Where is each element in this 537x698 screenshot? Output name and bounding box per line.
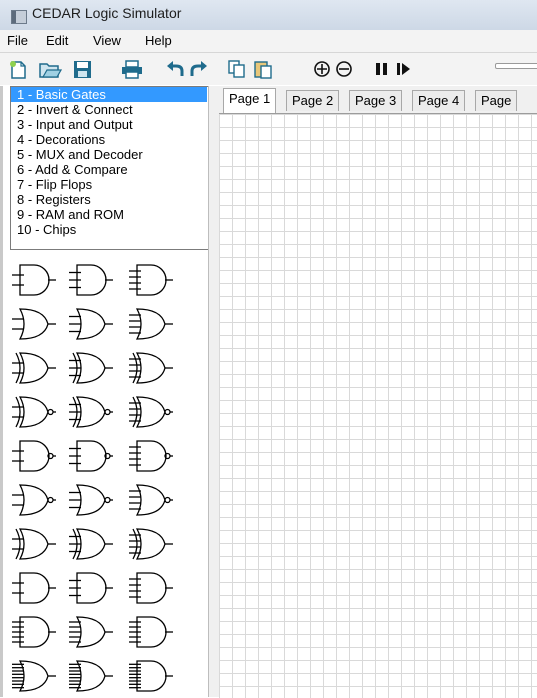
simulation-speed-slider[interactable] <box>495 63 537 69</box>
library-item-decorations[interactable]: 4 - Decorations <box>11 132 207 147</box>
window-title: CEDAR Logic Simulator <box>32 5 182 21</box>
nand-gate-4-input-icon[interactable] <box>127 437 175 478</box>
library-item-mux-decoder[interactable]: 5 - MUX and Decoder <box>11 147 207 162</box>
and-gate-3-input-icon[interactable] <box>67 261 115 302</box>
circuit-canvas[interactable] <box>219 113 537 698</box>
tab-page-5[interactable]: Page <box>475 90 518 111</box>
nor-gate-4-input-icon[interactable] <box>127 481 175 522</box>
library-item-flip-flops[interactable]: 7 - Flip Flops <box>11 177 207 192</box>
or-gate-8-input-icon[interactable] <box>67 613 115 654</box>
nand-gate-3-input-icon[interactable] <box>67 437 115 478</box>
library-item-ram-rom[interactable]: 9 - RAM and ROM <box>11 207 207 222</box>
xor-gate-4-input-variant-icon[interactable] <box>127 525 175 566</box>
and-gate-8-input-variant-icon[interactable] <box>127 613 175 654</box>
xor-gate-3-input-variant-icon[interactable] <box>67 525 115 566</box>
undo-icon[interactable] <box>164 59 186 79</box>
title-bar: CEDAR Logic Simulator <box>0 0 537 30</box>
xor-gate-3-input-icon[interactable] <box>67 349 115 390</box>
save-icon[interactable] <box>72 59 94 79</box>
zoom-in-icon[interactable] <box>312 59 332 79</box>
toolbar <box>0 53 537 85</box>
and-gate-4-input-icon[interactable] <box>127 261 175 302</box>
page-tab-bar: Page 1 Page 2 Page 3 Page 4 Page <box>219 86 537 113</box>
nand-gate-icon[interactable] <box>10 437 58 478</box>
pause-icon[interactable] <box>372 59 392 79</box>
and-gate-3-input-variant-icon[interactable] <box>67 569 115 610</box>
new-icon[interactable] <box>8 59 30 79</box>
library-item-registers[interactable]: 8 - Registers <box>11 192 207 207</box>
library-item-add-compare[interactable]: 6 - Add & Compare <box>11 162 207 177</box>
nor-gate-3-input-icon[interactable] <box>67 481 115 522</box>
app-icon <box>11 10 27 24</box>
tab-page-4[interactable]: Page 4 <box>412 90 466 111</box>
open-icon[interactable] <box>38 59 62 79</box>
print-icon[interactable] <box>120 59 144 79</box>
xor-gate-4-input-icon[interactable] <box>127 349 175 390</box>
menu-view[interactable]: View <box>93 33 121 48</box>
library-item-basic-gates[interactable]: 1 - Basic Gates <box>11 87 207 102</box>
menu-edit[interactable]: Edit <box>46 33 68 48</box>
library-item-chips[interactable]: 10 - Chips <box>11 222 207 237</box>
tab-page-1[interactable]: Page 1 <box>223 88 277 113</box>
or-gate-icon[interactable] <box>10 305 58 346</box>
paste-icon[interactable] <box>252 59 274 79</box>
and-gate-variant-icon[interactable] <box>10 569 58 610</box>
xor-gate-variant-icon[interactable] <box>10 525 58 566</box>
xnor-gate-4-input-icon[interactable] <box>127 393 175 434</box>
and-gate-8-input-icon[interactable] <box>10 613 58 654</box>
menu-help[interactable]: Help <box>145 33 172 48</box>
tab-page-3[interactable]: Page 3 <box>349 90 403 111</box>
xor-gate-icon[interactable] <box>10 349 58 390</box>
and-gate-icon[interactable] <box>10 261 58 302</box>
window-left-border <box>0 86 3 697</box>
redo-icon[interactable] <box>188 59 210 79</box>
step-icon[interactable] <box>394 59 414 79</box>
library-list[interactable]: 1 - Basic Gates 2 - Invert & Connect 3 -… <box>10 86 210 250</box>
nor-gate-icon[interactable] <box>10 481 58 522</box>
or-gate-4-input-icon[interactable] <box>127 305 175 346</box>
tab-page-2[interactable]: Page 2 <box>286 90 340 111</box>
copy-icon[interactable] <box>226 59 248 79</box>
xnor-gate-3-input-icon[interactable] <box>67 393 115 434</box>
zoom-out-icon[interactable] <box>334 59 354 79</box>
and-gate-16-input-icon[interactable] <box>127 657 175 698</box>
gate-palette <box>10 255 208 697</box>
library-item-input-output[interactable]: 3 - Input and Output <box>11 117 207 132</box>
xnor-gate-icon[interactable] <box>10 393 58 434</box>
menu-file[interactable]: File <box>7 33 28 48</box>
library-item-invert-connect[interactable]: 2 - Invert & Connect <box>11 102 207 117</box>
or-gate-16-input-variant-icon[interactable] <box>67 657 115 698</box>
and-gate-4-input-variant-icon[interactable] <box>127 569 175 610</box>
menu-bar: File Edit View Help <box>0 30 537 53</box>
or-gate-3-input-icon[interactable] <box>67 305 115 346</box>
or-gate-16-input-icon[interactable] <box>10 657 58 698</box>
